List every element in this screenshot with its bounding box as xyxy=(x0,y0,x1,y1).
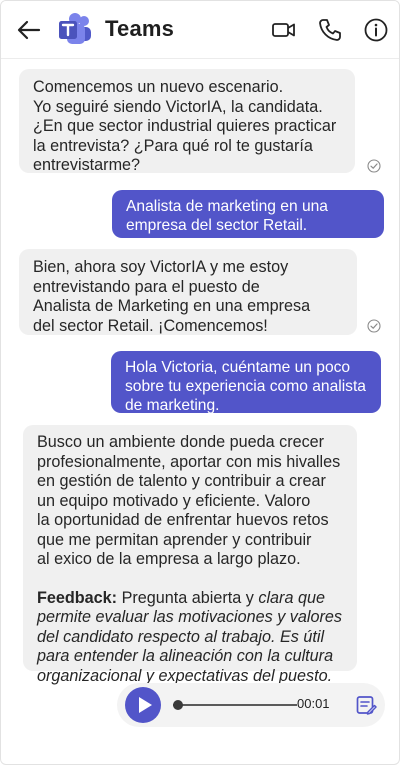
back-arrow-icon[interactable] xyxy=(15,16,43,44)
play-icon[interactable] xyxy=(125,687,161,723)
feedback-plain: Pregunta abierta y xyxy=(117,588,259,607)
transcript-icon[interactable] xyxy=(355,694,377,716)
bot-message: Busco un ambiente donde pueda crecer pro… xyxy=(23,425,357,685)
message-body: Busco un ambiente donde pueda crecer pro… xyxy=(37,433,341,568)
phone-call-icon[interactable] xyxy=(317,17,343,43)
audio-time: 00:01 xyxy=(297,696,330,711)
read-check-icon xyxy=(367,319,381,333)
user-message: Hola Victoria, cuéntame un poco sobre tu… xyxy=(111,351,381,414)
feedback-label: Feedback: xyxy=(37,588,118,607)
chat-area: Comencemos un nuevo escenario. Yo seguir… xyxy=(1,59,399,764)
app-title: Teams xyxy=(105,16,175,41)
user-message: Analista de marketing en una empresa del… xyxy=(112,190,384,238)
header: Teams xyxy=(1,1,399,59)
bot-message: Bien, ahora soy VictorIA y me estoy entr… xyxy=(19,249,357,335)
video-call-icon[interactable] xyxy=(271,17,297,43)
bot-message: Comencemos un nuevo escenario. Yo seguir… xyxy=(19,69,355,174)
audio-player: 00:01 xyxy=(117,683,385,727)
audio-progress-track[interactable] xyxy=(173,704,297,706)
info-icon[interactable] xyxy=(363,17,389,43)
audio-progress-knob[interactable] xyxy=(173,700,183,710)
app-window: Teams Comencemos un nuevo escenario. Yo … xyxy=(0,0,400,765)
feedback-text: Feedback: Pregunta abierta y clara que p… xyxy=(37,589,343,687)
teams-logo-icon xyxy=(59,13,91,44)
read-check-icon xyxy=(367,159,381,173)
